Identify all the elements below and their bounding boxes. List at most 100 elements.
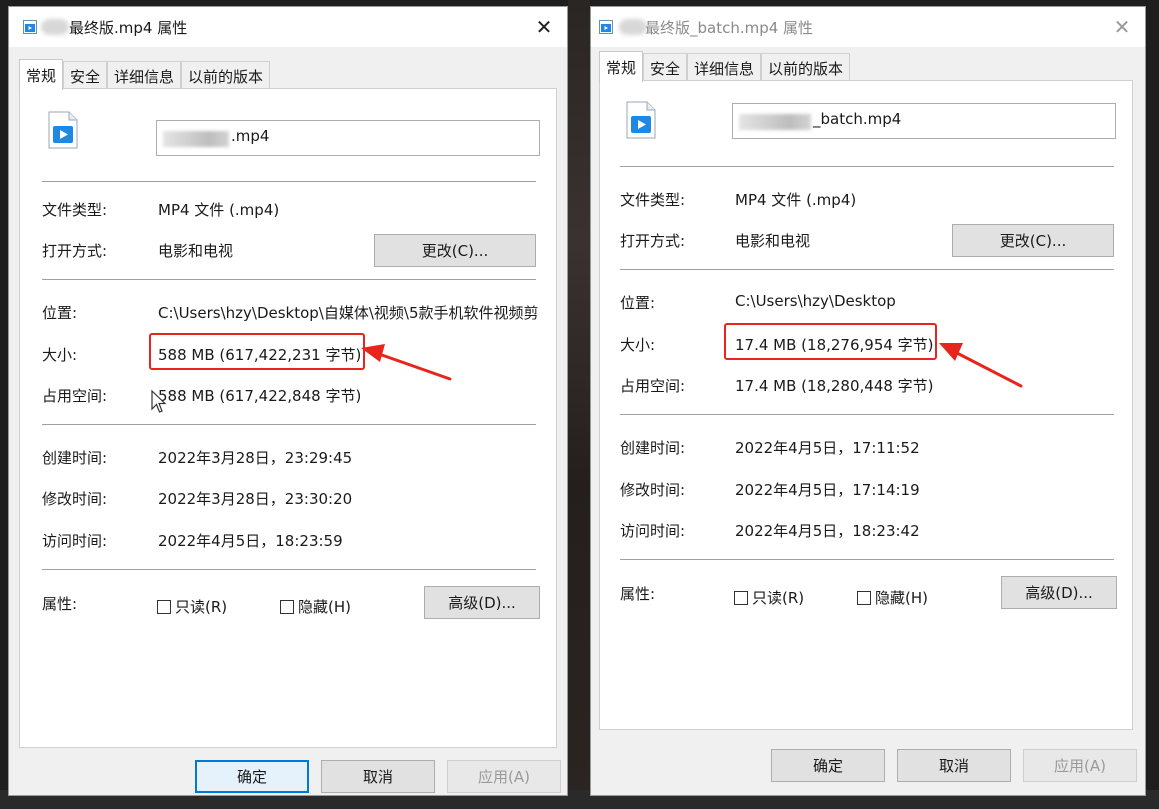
readonly-checkbox[interactable]: 只读(R) [157, 596, 227, 617]
file-name-field[interactable]: _batch.mp4 [732, 103, 1116, 139]
accessed-value: 2022年4月5日，18:23:42 [735, 522, 920, 540]
created-value: 2022年4月5日，17:11:52 [735, 439, 920, 457]
open-with-label: 打开方式: [42, 242, 108, 260]
video-file-icon [599, 20, 613, 34]
tab-bar: 常规 安全 详细信息 以前的版本 [599, 51, 851, 82]
video-file-icon [23, 20, 37, 34]
mp4-file-icon [626, 101, 656, 139]
cancel-button[interactable]: 取消 [321, 760, 435, 793]
ok-button[interactable]: 确定 [195, 760, 309, 793]
accessed-label: 访问时间: [620, 522, 686, 540]
open-with-value: 电影和电视 [158, 242, 234, 260]
change-button[interactable]: 更改(C)... [374, 234, 536, 267]
checkbox-box [280, 599, 294, 614]
created-label: 创建时间: [620, 439, 686, 457]
tab-details[interactable]: 详细信息 [687, 53, 762, 81]
advanced-button[interactable]: 高级(D)... [1001, 576, 1117, 609]
hidden-checkbox[interactable]: 隐藏(H) [857, 587, 928, 608]
hidden-label: 隐藏(H) [298, 598, 351, 616]
checkbox-box [157, 599, 171, 614]
file-name-text: .mp4 [231, 127, 270, 145]
mouse-cursor-icon [151, 389, 167, 413]
general-panel: _batch.mp4 文件类型: MP4 文件 (.mp4) 打开方式: 电影和… [599, 80, 1133, 730]
divider [42, 569, 536, 570]
file-name-field[interactable]: .mp4 [156, 120, 540, 156]
background-strip [568, 0, 590, 809]
modified-value: 2022年4月5日，17:14:19 [735, 481, 920, 499]
properties-dialog-left: 最终版.mp4 属性 ✕ 常规 安全 详细信息 以前的版本 .mp4 文件类型:… [8, 6, 568, 796]
readonly-checkbox[interactable]: 只读(R) [734, 587, 804, 608]
accessed-label: 访问时间: [42, 532, 108, 550]
file-name-text: _batch.mp4 [813, 110, 902, 128]
size-on-disk-value: 588 MB (617,422,848 字节) [158, 387, 362, 405]
size-label: 大小: [620, 336, 656, 354]
title-bar: 最终版_batch.mp4 属性 ✕ [591, 7, 1145, 47]
tab-bar: 常规 安全 详细信息 以前的版本 [19, 59, 271, 90]
apply-button[interactable]: 应用(A) [447, 760, 561, 793]
cancel-button[interactable]: 取消 [897, 749, 1011, 782]
hidden-checkbox[interactable]: 隐藏(H) [280, 596, 351, 617]
size-highlight-box [724, 323, 937, 360]
size-on-disk-label: 占用空间: [620, 377, 686, 395]
tab-general[interactable]: 常规 [19, 59, 64, 90]
accessed-value: 2022年4月5日，18:23:59 [158, 532, 343, 550]
mp4-file-icon [48, 111, 78, 149]
window-title: 最终版_batch.mp4 属性 [645, 19, 814, 37]
checkbox-box [734, 590, 748, 605]
close-icon[interactable]: ✕ [1099, 7, 1145, 47]
divider [42, 279, 536, 280]
tab-security[interactable]: 安全 [63, 61, 108, 89]
location-value: C:\Users\hzy\Desktop\自媒体\视频\5款手机软件视频剪 [158, 304, 539, 322]
file-name-redaction [163, 131, 229, 147]
tab-details[interactable]: 详细信息 [107, 61, 182, 89]
left-annotation-arrow-icon [361, 344, 452, 381]
tab-previous-versions[interactable]: 以前的版本 [181, 61, 271, 89]
created-label: 创建时间: [42, 449, 108, 467]
title-bar: 最终版.mp4 属性 ✕ [9, 7, 567, 47]
title-redaction [41, 19, 69, 35]
modified-label: 修改时间: [620, 481, 686, 499]
size-highlight-box [149, 333, 365, 370]
location-value: C:\Users\hzy\Desktop [735, 292, 896, 310]
checkbox-box [857, 590, 871, 605]
attributes-label: 属性: [620, 585, 656, 603]
close-icon[interactable]: ✕ [521, 7, 567, 47]
size-label: 大小: [42, 346, 78, 364]
divider [620, 559, 1114, 560]
file-type-label: 文件类型: [620, 191, 686, 209]
tab-security[interactable]: 安全 [643, 53, 688, 81]
open-with-value: 电影和电视 [735, 232, 811, 250]
ok-button[interactable]: 确定 [771, 749, 885, 782]
divider [620, 166, 1114, 167]
readonly-label: 只读(R) [175, 598, 228, 616]
tab-previous-versions[interactable]: 以前的版本 [761, 53, 851, 81]
created-value: 2022年3月28日，23:29:45 [158, 449, 353, 467]
divider [42, 424, 536, 425]
advanced-button[interactable]: 高级(D)... [424, 586, 540, 619]
tab-general[interactable]: 常规 [599, 51, 644, 82]
properties-dialog-right: 最终版_batch.mp4 属性 ✕ 常规 安全 详细信息 以前的版本 _bat… [590, 6, 1146, 796]
hidden-label: 隐藏(H) [875, 589, 928, 607]
divider [620, 269, 1114, 270]
file-type-value: MP4 文件 (.mp4) [735, 191, 857, 209]
file-type-label: 文件类型: [42, 201, 108, 219]
general-panel: .mp4 文件类型: MP4 文件 (.mp4) 打开方式: 电影和电视 更改(… [19, 88, 557, 748]
title-redaction [619, 19, 647, 35]
readonly-label: 只读(R) [752, 589, 805, 607]
right-annotation-arrow-icon [939, 343, 1023, 388]
attributes-label: 属性: [42, 595, 78, 613]
modified-value: 2022年3月28日，23:30:20 [158, 490, 353, 508]
window-title: 最终版.mp4 属性 [69, 19, 188, 37]
location-label: 位置: [620, 294, 656, 312]
apply-button[interactable]: 应用(A) [1023, 749, 1137, 782]
open-with-label: 打开方式: [620, 232, 686, 250]
change-button[interactable]: 更改(C)... [952, 224, 1114, 257]
divider [620, 414, 1114, 415]
size-on-disk-value: 17.4 MB (18,280,448 字节) [735, 377, 934, 395]
file-type-value: MP4 文件 (.mp4) [158, 201, 280, 219]
location-label: 位置: [42, 304, 78, 322]
file-name-redaction [739, 114, 811, 130]
modified-label: 修改时间: [42, 490, 108, 508]
divider [42, 181, 536, 182]
size-on-disk-label: 占用空间: [42, 387, 108, 405]
